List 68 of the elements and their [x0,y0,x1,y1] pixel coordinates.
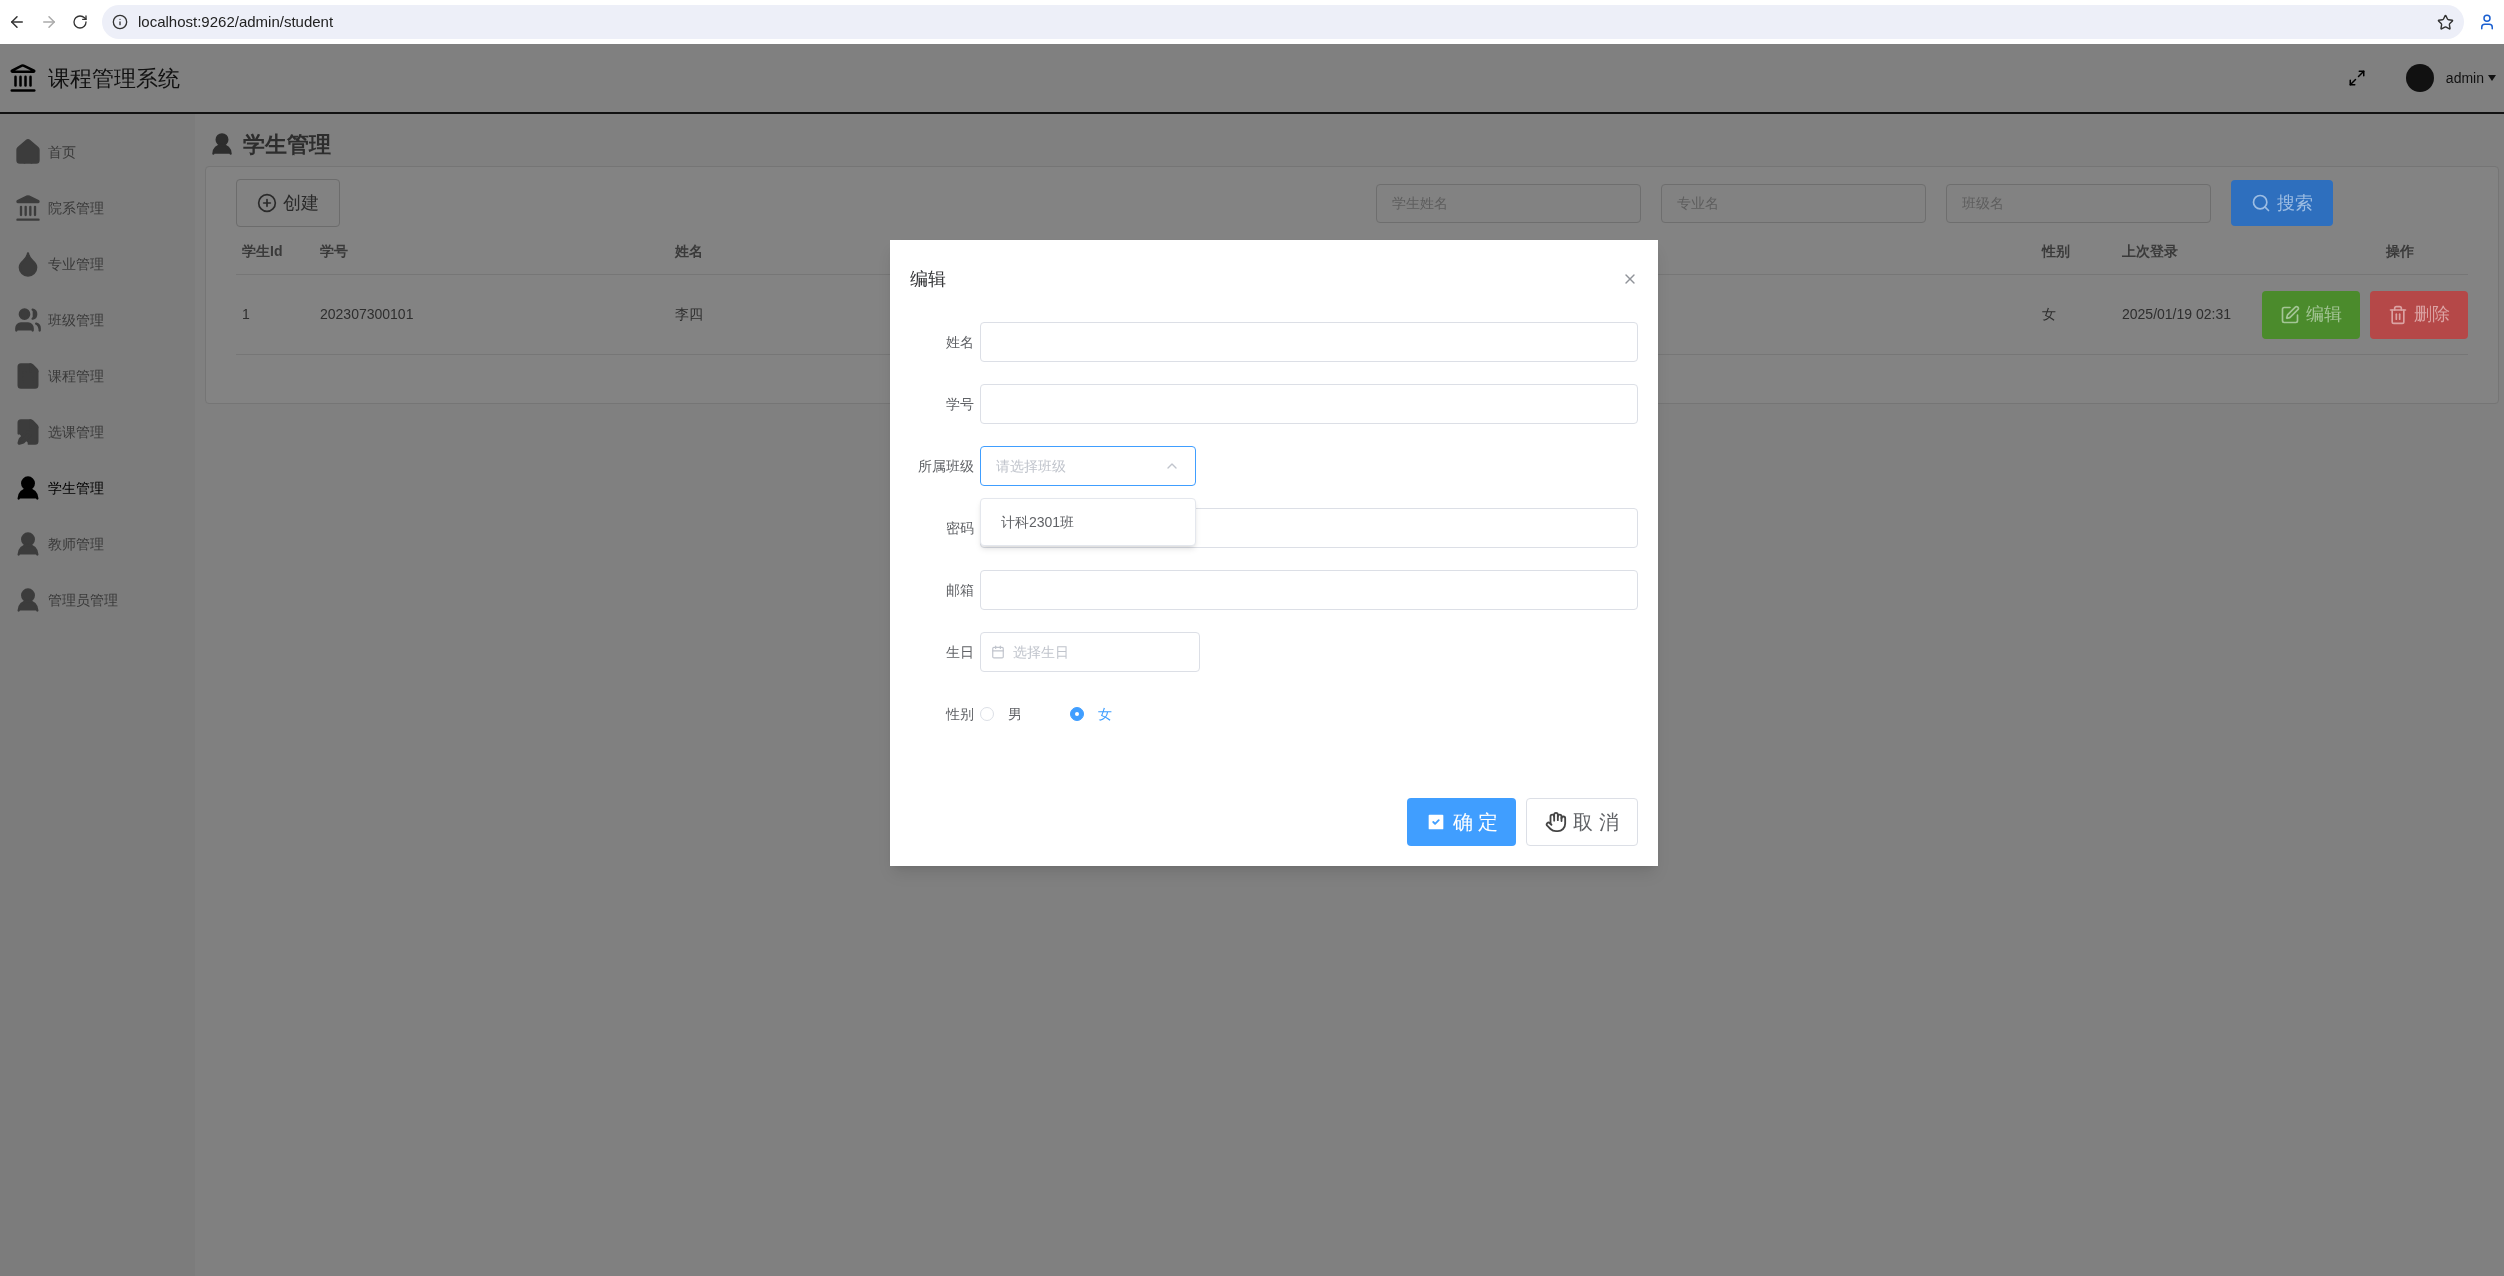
sidebar-item[interactable]: 学生管理 [0,460,195,516]
table-cell: 202307300101 [320,306,414,322]
caret-icon[interactable] [2488,75,2496,81]
house-icon [14,138,42,166]
cancel-button[interactable]: 取 消 [1526,798,1638,846]
sidebar-item[interactable]: 选课管理 [0,404,195,460]
column-header: 上次登录 [2122,243,2178,259]
text-field[interactable] [980,384,1638,424]
info-icon[interactable] [112,14,128,30]
column-header: 学生Id [242,243,283,259]
hand-icon [1545,811,1568,833]
field-label: 密码 [946,518,974,538]
star-icon[interactable] [2437,13,2454,31]
edit-icon [2280,304,2300,325]
search-button[interactable]: 搜索 [2231,180,2333,226]
building-icon [8,63,38,93]
table-cell: 1 [242,306,250,322]
delete-button[interactable]: 删除 [2370,290,2468,339]
radio-label: 女 [1098,704,1112,724]
class-select[interactable]: 请选择班级 [980,446,1196,486]
sidebar-item[interactable]: 教师管理 [0,516,195,572]
search-icon [2251,193,2271,213]
text-field[interactable] [980,322,1638,362]
sidebar-item[interactable]: 课程管理 [0,348,195,404]
trash-icon [2388,304,2408,325]
page-title: 学生管理 [243,130,331,159]
field-label: 所属班级 [918,456,974,476]
field-label: 生日 [946,642,974,662]
column-header: 姓名 [675,243,703,259]
radio-button[interactable] [1070,707,1084,721]
field-label: 性别 [946,704,974,724]
table-cell: 李四 [675,306,703,322]
url-text: localhost:9262/admin/student [138,11,335,32]
plus-circle-icon [257,193,277,213]
date-placeholder: 选择生日 [1013,642,1069,662]
radio-label: 男 [1008,704,1022,724]
column-header: 性别 [2042,243,2070,259]
sidebar-item[interactable]: 院系管理 [0,180,195,236]
edit-button[interactable]: 编辑 [2262,290,2360,339]
building-icon [14,194,42,222]
text-field[interactable] [980,570,1638,610]
address-bar[interactable]: localhost:9262/admin/student [102,5,2464,39]
fullscreen-icon[interactable] [2347,69,2366,87]
back-icon[interactable] [8,13,26,31]
table-cell: 女 [2042,306,2056,322]
dialog-title: 编辑 [910,267,946,291]
app-title: 课程管理系统 [48,64,180,93]
table-cell: 2025/01/19 02:31 [2122,306,2231,322]
field-label: 姓名 [946,332,974,352]
confirm-button[interactable]: 确 定 [1406,798,1517,846]
sidebar-item[interactable]: 首页 [0,124,195,180]
sidebar-item[interactable]: 专业管理 [0,236,195,292]
people-icon [14,306,42,334]
calendar-icon [991,645,1005,659]
user-menu[interactable]: admin [2445,67,2484,89]
reload-icon[interactable] [72,14,88,30]
sidebar-item[interactable]: 管理员管理 [0,572,195,628]
column-header: 学号 [320,243,348,259]
sidebar-item[interactable]: 班级管理 [0,292,195,348]
profile-icon[interactable] [2478,13,2496,31]
avatar-icon[interactable] [2405,64,2434,92]
create-button[interactable]: 创建 [236,179,340,227]
column-header: 操作 [2386,243,2414,259]
date-field[interactable]: 选择生日 [980,632,1200,672]
person-icon [209,131,235,157]
field-label: 邮箱 [946,580,974,600]
field-label: 学号 [946,394,974,414]
dropdown-option[interactable]: 计科2301班 [981,505,1195,539]
